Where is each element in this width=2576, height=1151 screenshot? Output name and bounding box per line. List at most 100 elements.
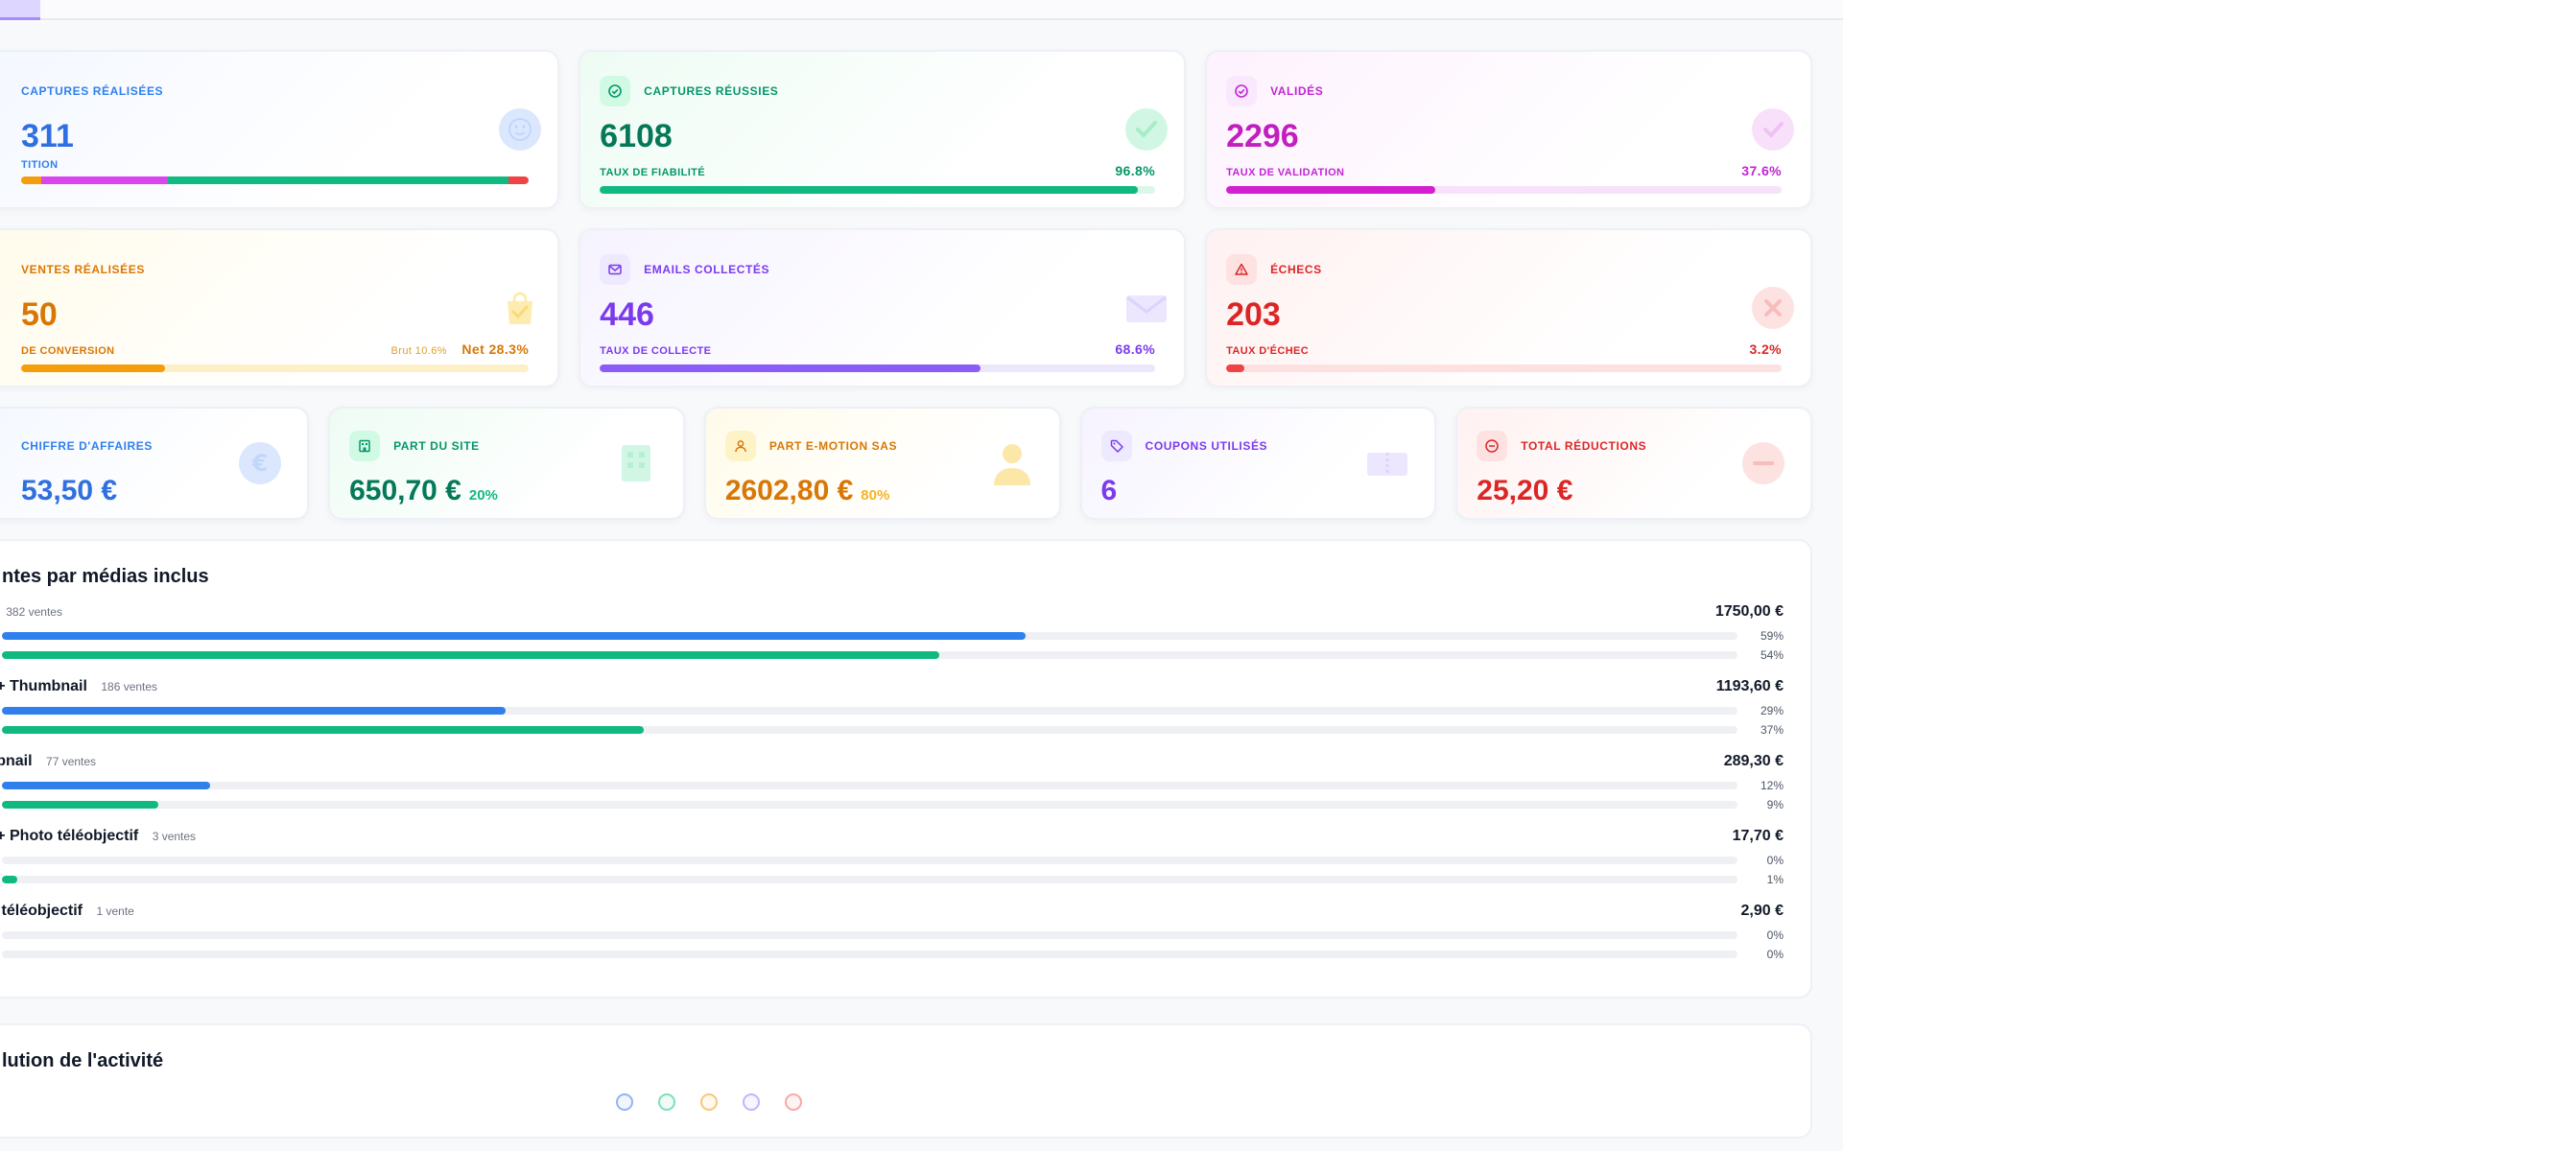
kpi-label: CAPTURES RÉUSSIES bbox=[644, 84, 779, 98]
panel-title: lution de l'activité bbox=[2, 1050, 164, 1071]
bar-fill-revenue bbox=[2, 801, 158, 809]
media-name: o + Photo téléobjectif bbox=[0, 828, 139, 844]
envelope-icon bbox=[1126, 295, 1168, 322]
kpi-card-part-du-site: PART DU SITE 650,70 € 20% bbox=[328, 407, 685, 520]
legend-item[interactable] bbox=[658, 1093, 683, 1111]
bar-percentage: 29% bbox=[1760, 704, 1784, 717]
kpi-label: PART DU SITE bbox=[393, 439, 480, 453]
bar-percentage: 12% bbox=[1760, 779, 1784, 792]
kpi-value: 50 bbox=[21, 296, 58, 333]
progress-bar bbox=[1226, 364, 1782, 372]
kpi-card-part-emotion: PART E-MOTION SAS 2602,80 € 80% bbox=[703, 407, 1061, 520]
media-amount: 1193,60 € bbox=[1715, 678, 1784, 694]
kpi-sublabel: DE CONVERSION bbox=[21, 345, 115, 357]
media-amount: 2,90 € bbox=[1740, 903, 1784, 919]
dashboard-app: CAPTURES RÉALISÉES 311 TITION CAPTURES R… bbox=[0, 0, 1843, 1151]
bar-percentage: 0% bbox=[1766, 948, 1784, 961]
kpi-value: 203 bbox=[1226, 296, 1281, 333]
bar-percentage: 0% bbox=[1766, 854, 1784, 867]
bar-percentage: 0% bbox=[1766, 928, 1784, 942]
media-bar-sales: ES 12% bbox=[0, 776, 1784, 795]
progress-fill bbox=[1226, 364, 1244, 372]
kpi-card-valides: VALIDÉS 2296 TAUX DE VALIDATION 37.6% bbox=[1205, 50, 1812, 209]
ticket-icon bbox=[1367, 453, 1408, 476]
progress-bar bbox=[600, 364, 1156, 372]
media-title: o + Photo téléobjectif 3 ventes bbox=[0, 828, 196, 845]
bar-percentage: 59% bbox=[1760, 629, 1784, 643]
kpi-label: COUPONS UTILISÉS bbox=[1145, 439, 1268, 453]
tag-icon bbox=[1100, 431, 1132, 461]
kpi-sublabel: TAUX DE FIABILITÉ bbox=[600, 167, 706, 178]
bar-track bbox=[2, 632, 1737, 640]
kpi-percentage: 3.2% bbox=[1749, 341, 1782, 357]
kpi-sublabel: TAUX DE VALIDATION bbox=[1226, 167, 1345, 178]
bar-track bbox=[2, 707, 1737, 715]
check-badge-icon bbox=[1751, 108, 1794, 151]
bar-track bbox=[2, 782, 1737, 789]
active-nav-tab[interactable] bbox=[0, 0, 40, 20]
kpi-label: TOTAL RÉDUCTIONS bbox=[1521, 439, 1647, 453]
media-title: to téléobjectif 1 vente bbox=[0, 903, 134, 920]
kpi-label: EMAILS COLLECTÉS bbox=[644, 263, 770, 276]
building-icon bbox=[349, 431, 381, 461]
legend-item[interactable] bbox=[616, 1093, 641, 1111]
bar-percentage: 37% bbox=[1760, 723, 1784, 737]
progress-fill bbox=[1226, 186, 1435, 194]
svg-text:€: € bbox=[251, 450, 269, 477]
legend-item[interactable] bbox=[700, 1093, 725, 1111]
legend-marker bbox=[700, 1093, 718, 1111]
media-row: o + Thumbnail 186 ventes 1193,60 € ES 29… bbox=[0, 678, 1784, 740]
progress-fill bbox=[600, 364, 981, 372]
legend-item[interactable] bbox=[743, 1093, 768, 1111]
kpi-percentage: 68.6% bbox=[1115, 341, 1156, 357]
media-amount: 289,30 € bbox=[1723, 753, 1784, 769]
kpi-card-coupons-utilises: COUPONS UTILISÉS 6 bbox=[1079, 407, 1437, 520]
media-bar-sales: ES 59% bbox=[0, 626, 1784, 646]
media-title: mbnail 77 ventes bbox=[0, 753, 96, 770]
kpi-row-ventes: VENTES RÉALISÉES 50 DE CONVERSION Brut 1… bbox=[0, 228, 1812, 388]
media-row: o + Photo téléobjectif 3 ventes 17,70 € … bbox=[0, 828, 1784, 889]
kpi-row-finances: CHIFFRE D'AFFAIRES 53,50 € € PART DU SIT… bbox=[0, 407, 1813, 520]
repartition-segment bbox=[508, 176, 530, 184]
kpi-share-percentage: 20% bbox=[468, 487, 498, 504]
media-sales-count: 382 ventes bbox=[6, 605, 62, 619]
kpi-value: 6108 bbox=[600, 118, 673, 154]
minus-badge-icon bbox=[1742, 442, 1785, 484]
kpi-label: VALIDÉS bbox=[1270, 84, 1324, 98]
media-sales-count: 77 ventes bbox=[46, 755, 97, 768]
media-bar-revenue: 54% bbox=[0, 646, 1784, 665]
media-bar-sales: ES 29% bbox=[0, 701, 1784, 720]
kpi-value: 2296 bbox=[1226, 118, 1299, 154]
bar-track bbox=[2, 876, 1737, 883]
progress-fill bbox=[21, 364, 165, 372]
kpi-share-percentage: 80% bbox=[861, 487, 890, 504]
bar-track bbox=[2, 801, 1737, 809]
bar-track bbox=[2, 951, 1737, 958]
media-row: o 382 ventes 1750,00 € ES 59% 54% bbox=[0, 603, 1784, 665]
media-rows: o 382 ventes 1750,00 € ES 59% 54% o + Th… bbox=[0, 603, 1784, 964]
media-row: mbnail 77 ventes 289,30 € ES 12% 9% bbox=[0, 753, 1784, 814]
kpi-sublabel: TAUX D'ÉCHEC bbox=[1226, 345, 1310, 357]
bar-percentage: 1% bbox=[1766, 873, 1784, 886]
kpi-card-captures-reussies: CAPTURES RÉUSSIES 6108 TAUX DE FIABILITÉ… bbox=[579, 50, 1187, 209]
media-sales-count: 1 vente bbox=[96, 904, 134, 918]
conversion-brut: Brut 10.6% bbox=[390, 345, 447, 357]
bar-fill-revenue bbox=[2, 876, 17, 883]
repartition-segment bbox=[21, 176, 42, 184]
media-bar-revenue: 1% bbox=[0, 870, 1784, 889]
media-bar-sales: ES 0% bbox=[0, 926, 1784, 945]
media-name: to téléobjectif bbox=[0, 903, 83, 919]
warning-icon bbox=[1226, 254, 1258, 285]
kpi-label: ÉCHECS bbox=[1270, 263, 1322, 276]
mail-icon bbox=[600, 254, 631, 285]
legend-marker bbox=[616, 1093, 633, 1111]
bag-check-icon bbox=[508, 292, 533, 324]
bar-track bbox=[2, 931, 1737, 939]
legend-marker bbox=[785, 1093, 802, 1111]
media-bar-sales: ES 0% bbox=[0, 851, 1784, 870]
minus-circle-icon bbox=[1477, 431, 1508, 461]
kpi-card-chiffre-affaires: CHIFFRE D'AFFAIRES 53,50 € € bbox=[0, 407, 310, 520]
repartition-bar bbox=[21, 176, 530, 184]
legend-item[interactable] bbox=[785, 1093, 810, 1111]
kpi-label: VENTES RÉALISÉES bbox=[21, 263, 145, 276]
